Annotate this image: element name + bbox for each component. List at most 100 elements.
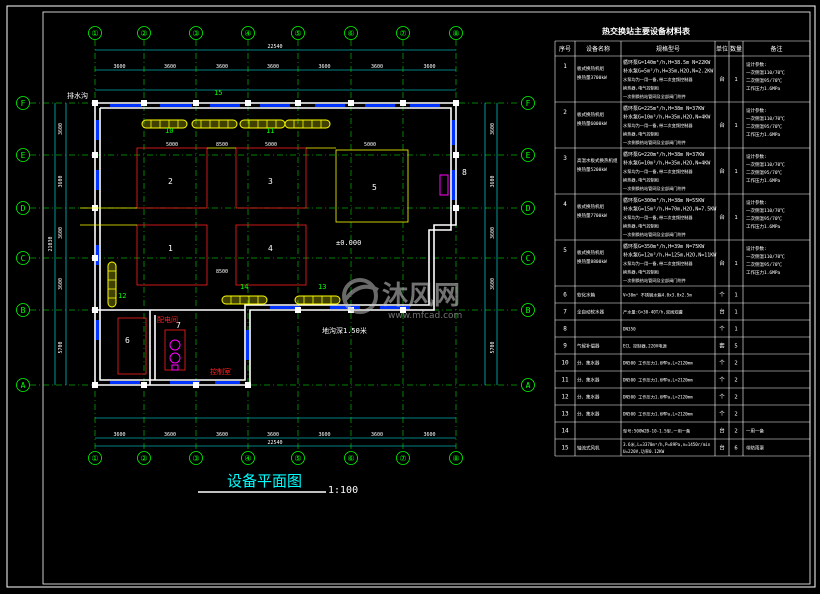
table-row-no: 13 — [561, 411, 569, 418]
grid-col-label: ① — [91, 29, 98, 38]
left-dim: 3600 — [58, 278, 64, 290]
table-row-spec: 补水泵G=10m³/h,H=35m,H2O,N=4KW — [623, 114, 711, 121]
equip-num-12: 12 — [118, 292, 126, 300]
bottom-dim: 3600 — [423, 432, 435, 438]
table-row-remark: 一次侧温110/70℃ — [746, 69, 785, 76]
table-row-name: 换热量8800kW — [577, 258, 607, 265]
table-row-no: 2 — [563, 109, 567, 116]
table-row-name: 板式换热机组 — [577, 249, 604, 256]
hx-unit-4 — [235, 224, 307, 286]
table-row-no: 11 — [561, 377, 569, 384]
equip-num-10: 10 — [165, 127, 173, 135]
table-row-no: 6 — [563, 292, 567, 299]
table-row-unit: 台 — [719, 167, 725, 175]
distributor-header — [294, 295, 341, 305]
structural-column — [193, 100, 199, 106]
table-row-spec: 补水泵G=15m³/h,H=70m,H2O,N=7.5KW — [623, 206, 717, 213]
equip-num-5: 5 — [372, 183, 377, 192]
table-row-qty: 2 — [734, 395, 737, 401]
grid-row-label: A — [21, 381, 26, 390]
overall-dim-top: 22540 — [267, 44, 282, 50]
grid-col-label: ⑧ — [452, 29, 459, 38]
table-row-name: 气候补偿器 — [577, 343, 600, 350]
right-dim: 3600 — [490, 175, 496, 187]
table-row-unit: 台 — [719, 121, 725, 129]
left-total-dim: 21030 — [48, 236, 54, 251]
table-row-spec: 一次侧换热站管网及全部阀门附件 — [623, 185, 686, 192]
structural-column — [193, 382, 199, 388]
grid-row-label: F — [526, 99, 531, 108]
table-row-qty: 2 — [734, 378, 737, 384]
table-header: 单位 — [716, 45, 728, 53]
hx-unit-1 — [136, 224, 208, 286]
table-row-qty: 2 — [734, 412, 737, 418]
top-dim: 3600 — [371, 64, 383, 70]
level-mark: ±0.000 — [336, 239, 361, 247]
table-row-remark: 设计参数: — [746, 61, 767, 68]
table-row-remark: 带防雨罩 — [746, 445, 764, 452]
table-row-no: 14 — [561, 428, 569, 435]
hx-dim-3: 5000 — [364, 142, 376, 148]
table-row-name: 软化水箱 — [577, 292, 595, 299]
table-row-spec: 换热器,电气控制柜 — [623, 177, 659, 184]
table-row-no: 10 — [561, 360, 569, 367]
drain-label: 排水沟 — [67, 91, 88, 100]
table-row-name: 分、集水器 — [577, 394, 600, 401]
table-row-unit: 台 — [719, 427, 725, 435]
hx-dim-1: 5000 — [166, 142, 178, 148]
hx-dim-2: 5000 — [265, 142, 277, 148]
table-row-remark: 二次侧温95/70℃ — [746, 261, 783, 268]
table-row-no: 15 — [561, 445, 569, 452]
equip-num-1: 1 — [168, 244, 173, 253]
table-row-qty: 2 — [734, 429, 737, 435]
table-row-remark: 设计参数: — [746, 107, 767, 114]
table-row-spec: 一次侧换热站管网及全部阀门附件 — [623, 277, 686, 284]
table-row-spec: 一次侧换热站管网及全部阀门附件 — [623, 139, 686, 146]
room-a-label: 配电间 — [157, 315, 178, 324]
table-row-remark: 设计参数: — [746, 199, 767, 206]
table-row-spec: 水泵均为一用一备,带二次变频控制器 — [623, 214, 693, 221]
table-row-no: 4 — [563, 201, 567, 208]
distributor-header — [239, 119, 286, 129]
table-header: 设备名称 — [586, 45, 610, 53]
table-row-spec: 循环泵G=225m³/h,H=38m N=37KW — [623, 105, 705, 112]
grid-col-label: ⑧ — [452, 454, 459, 463]
drawing-scale: 1:100 — [328, 485, 358, 496]
left-dim: 3600 — [58, 175, 64, 187]
equip-num-4-hx: 4 — [268, 244, 273, 253]
table-row-unit: 个 — [719, 394, 725, 401]
watermark-sub: www.mfcad.com — [388, 311, 462, 321]
grid-col-label: ③ — [192, 454, 199, 463]
distributor-header — [107, 261, 117, 308]
table-row-spec: DN500 工作压力1.6MPa,L=2120mm — [623, 360, 693, 367]
drawing-title: 设备平面图 — [227, 472, 302, 490]
grid-col-label: ⑦ — [399, 29, 406, 38]
structural-column — [453, 205, 459, 211]
table-row-no: 8 — [563, 326, 567, 333]
table-row-remark: 二次侧温95/70℃ — [746, 123, 783, 130]
bottom-dim: 3600 — [267, 432, 279, 438]
table-row-qty: 1 — [734, 169, 737, 175]
equip-num-11: 11 — [266, 127, 274, 135]
table-row-unit: 台 — [719, 75, 725, 83]
table-row-spec: 水泵均为一用一备,带二次变频控制器 — [623, 76, 693, 83]
table-row-name: 高温水板式换热机组 — [577, 157, 618, 164]
table-header: 备注 — [770, 45, 782, 53]
left-dim: 3600 — [58, 227, 64, 239]
bottom-dim: 3600 — [216, 432, 228, 438]
softener-tank-b — [169, 352, 181, 364]
right-dim: 3600 — [490, 123, 496, 135]
structural-column — [141, 100, 147, 106]
table-row-remark: 一次侧温110/70℃ — [746, 253, 785, 260]
structural-column — [453, 100, 459, 106]
table-row-remark: 二次侧温95/70℃ — [746, 169, 783, 176]
bottom-dim: 3600 — [318, 432, 330, 438]
grid-row-label: D — [526, 204, 531, 213]
structural-column — [92, 307, 98, 313]
grid-col-label: ② — [140, 29, 147, 38]
table-row-name: 换热量7700kW — [577, 212, 607, 219]
bottom-dim: 3600 — [113, 432, 125, 438]
structural-column — [245, 100, 251, 106]
table-row-remark: 二次侧温95/70℃ — [746, 77, 783, 84]
table-row-no: 12 — [561, 394, 569, 401]
